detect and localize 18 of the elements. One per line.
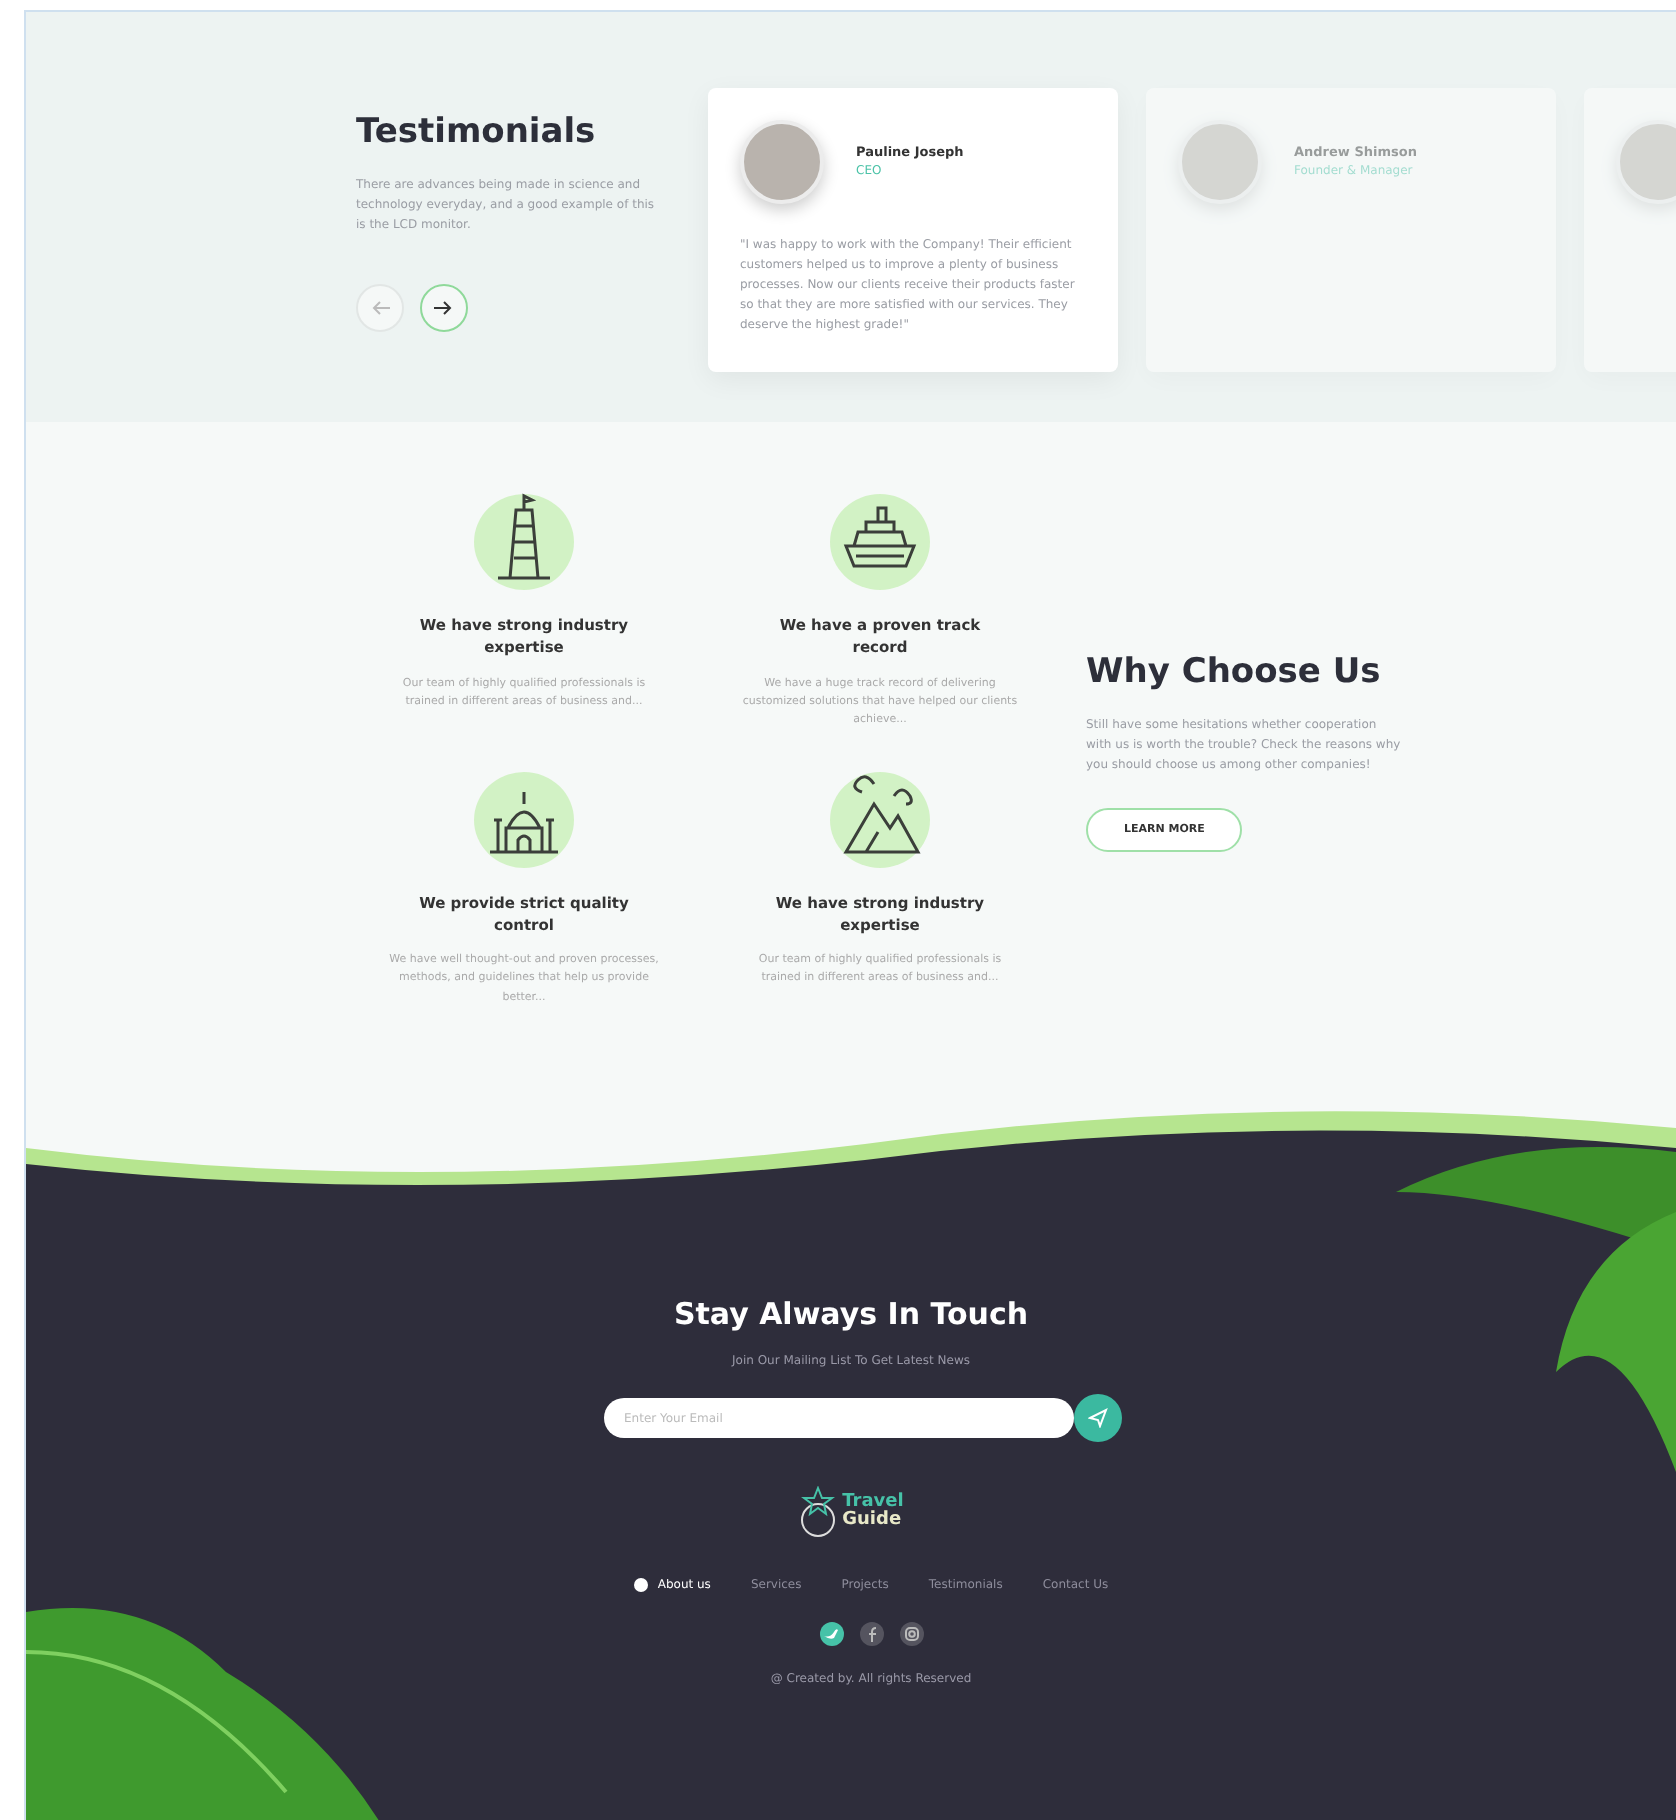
active-dot: [633, 1578, 648, 1592]
newsletter-title: Stay Always In Touch: [671, 1296, 1031, 1332]
section-title: Why Choose Us: [1086, 652, 1383, 693]
send-button[interactable]: [1074, 1394, 1122, 1442]
arrow-right-icon: [434, 300, 454, 317]
slider-arrow-button[interactable]: [356, 284, 404, 333]
facebook-icon[interactable]: [859, 1622, 883, 1646]
avatar-circle: [1616, 120, 1676, 204]
send-icon: [1088, 1408, 1108, 1428]
avatar-circle: [740, 120, 824, 204]
instagram-icon[interactable]: [899, 1622, 923, 1646]
twitter-icon[interactable]: [819, 1622, 843, 1646]
globe-star-icon: [798, 1486, 839, 1538]
section-title: Testimonials: [356, 112, 598, 153]
slider-arrow-button[interactable]: [420, 284, 468, 333]
logo-text: Guide: [842, 1512, 904, 1530]
logo-text: Travel: [842, 1494, 904, 1512]
arrow-left-icon: [370, 300, 390, 317]
